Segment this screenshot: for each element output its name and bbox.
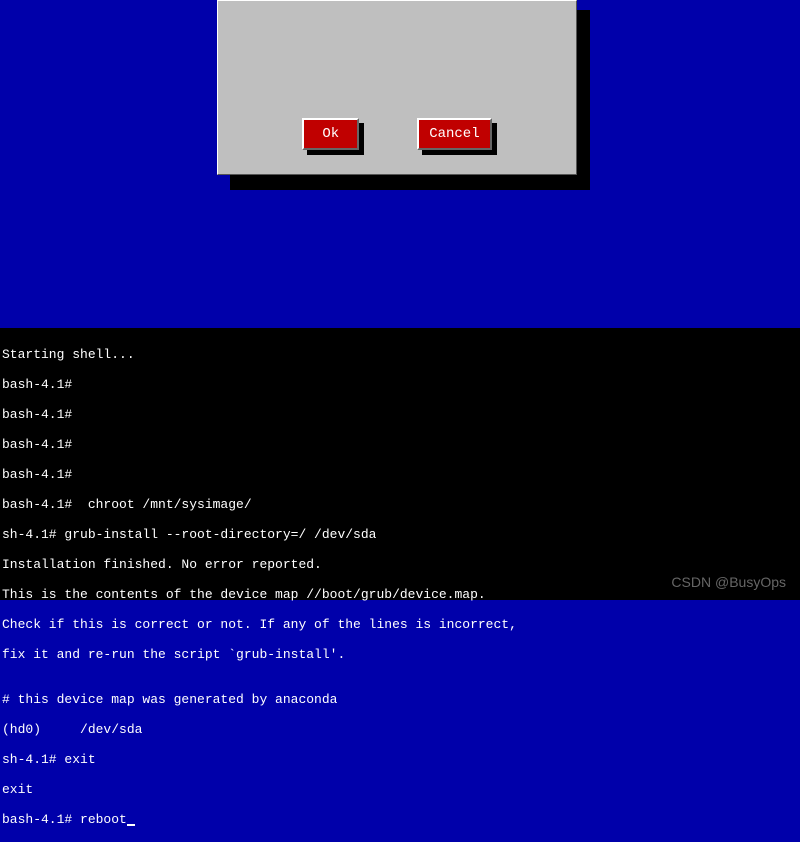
terminal-line: exit [2, 782, 798, 797]
terminal-prompt-text: bash-4.1# reboot [2, 812, 127, 827]
terminal-line: # this device map was generated by anaco… [2, 692, 798, 707]
terminal-line: sh-4.1# exit [2, 752, 798, 767]
ok-button[interactable]: Ok [302, 118, 359, 150]
terminal-line: bash-4.1# [2, 377, 798, 392]
terminal-cursor [127, 824, 135, 826]
terminal-line: bash-4.1# [2, 467, 798, 482]
ok-button-wrapper: Ok [302, 118, 359, 150]
terminal-line: bash-4.1# chroot /mnt/sysimage/ [2, 497, 798, 512]
button-row: Ok Cancel [218, 118, 576, 150]
terminal-line: Starting shell... [2, 347, 798, 362]
terminal-output[interactable]: Starting shell... bash-4.1# bash-4.1# ba… [0, 328, 800, 600]
terminal-line: sh-4.1# grub-install --root-directory=/ … [2, 527, 798, 542]
terminal-line: Installation finished. No error reported… [2, 557, 798, 572]
cancel-button[interactable]: Cancel [417, 118, 491, 150]
terminal-last-line: bash-4.1# reboot [2, 812, 798, 827]
terminal-line: (hd0) /dev/sda [2, 722, 798, 737]
terminal-line: Check if this is correct or not. If any … [2, 617, 798, 632]
terminal-line: bash-4.1# [2, 437, 798, 452]
terminal-line: bash-4.1# [2, 407, 798, 422]
cancel-button-wrapper: Cancel [417, 118, 491, 150]
confirmation-dialog: Ok Cancel [217, 0, 577, 175]
dialog-background: Ok Cancel [0, 0, 800, 328]
watermark-text: CSDN @BusyOps [671, 574, 786, 590]
terminal-line: fix it and re-run the script `grub-insta… [2, 647, 798, 662]
